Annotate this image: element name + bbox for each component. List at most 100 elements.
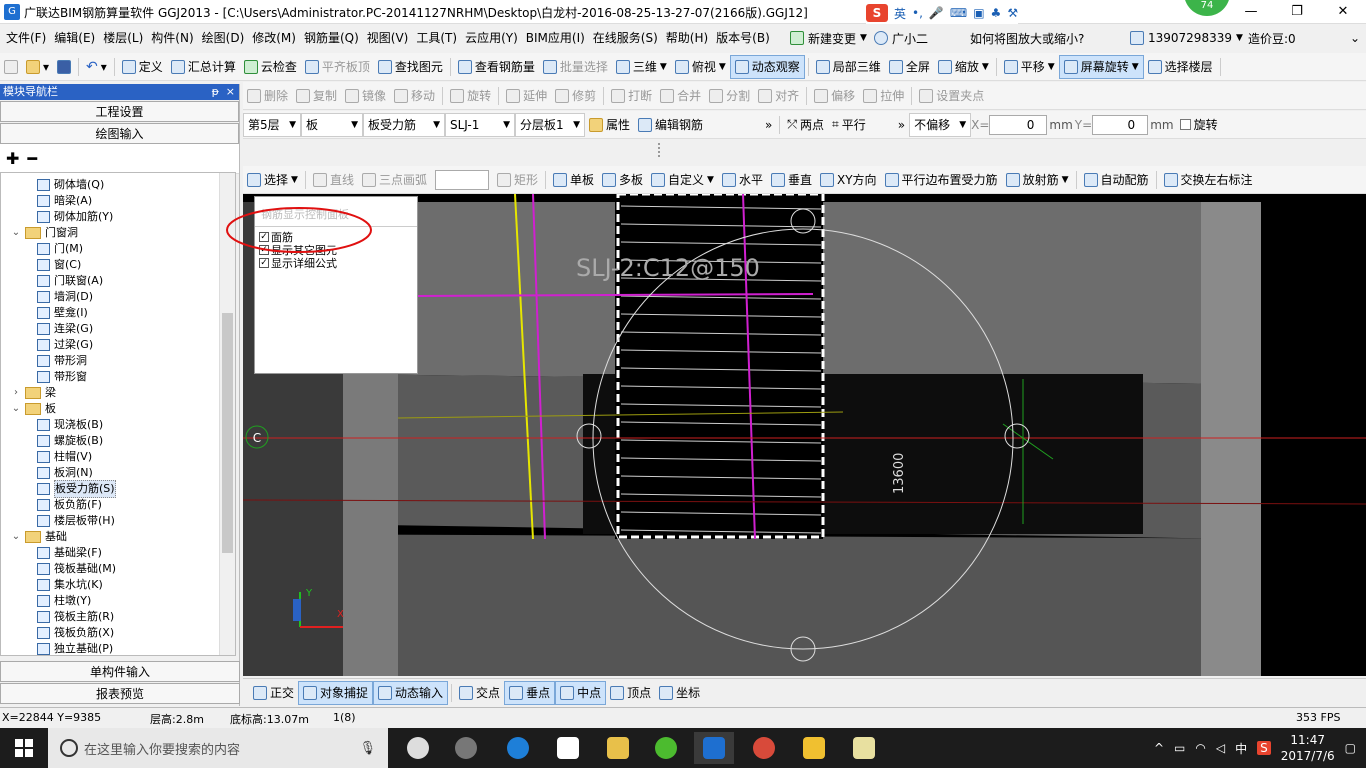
taskbar-app-store[interactable]	[548, 732, 588, 764]
open-file-button[interactable]: ▾	[22, 55, 53, 79]
x-input[interactable]: 0	[989, 114, 1048, 135]
draw-tool-button[interactable]: 选择 ▼	[243, 168, 302, 192]
menu-item[interactable]: 钢筋量(Q)	[300, 25, 363, 51]
toolbar-button[interactable]: 查找图元	[374, 55, 447, 79]
layer-select[interactable]: 分层板1 ▼	[515, 112, 585, 137]
taskbar-app-edge[interactable]	[498, 732, 538, 764]
taskbar-app-pinwheel[interactable]	[398, 732, 438, 764]
grip-handle[interactable]	[658, 143, 660, 157]
menu-item[interactable]: 文件(F)	[2, 25, 50, 51]
menu-item[interactable]: 绘图(D)	[198, 25, 249, 51]
edit-tool-button[interactable]: 旋转	[446, 84, 495, 108]
tree-item[interactable]: 楼层板带(H)	[1, 513, 235, 529]
taskbar-app-explorer[interactable]	[598, 732, 638, 764]
draw-input-button[interactable]: 绘图输入	[0, 123, 239, 144]
menu-item[interactable]: BIM应用(I)	[522, 25, 589, 51]
draw-tool-button[interactable]: 垂直	[767, 168, 816, 192]
more-tools-icon[interactable]: »	[761, 113, 776, 137]
skin-icon[interactable]: ▣	[973, 6, 984, 20]
toolbar-button[interactable]: 动态观察	[729, 54, 805, 79]
chevron-up-icon[interactable]: ^	[1154, 741, 1164, 755]
toolbar-button[interactable]: 三维 ▼	[612, 55, 671, 79]
snap-toggle[interactable]: 对象捕捉	[298, 680, 374, 705]
toolbar-button[interactable]: 局部三维	[812, 55, 885, 79]
toolbar-button[interactable]: 平齐板顶	[301, 55, 374, 79]
snap-toggle[interactable]: 交点	[455, 681, 504, 705]
tree-item[interactable]: 窗(C)	[1, 257, 235, 273]
expand-toggle-icon[interactable]: ⌄	[11, 401, 21, 417]
menu-item[interactable]: 修改(M)	[248, 25, 300, 51]
name-select[interactable]: SLJ-1 ▼	[445, 112, 515, 137]
tree-folder[interactable]: ⌄ 门窗洞	[1, 225, 235, 241]
expand-all-icon[interactable]: ✚	[6, 149, 19, 168]
menu-item[interactable]: 帮助(H)	[662, 25, 712, 51]
y-input[interactable]: 0	[1092, 114, 1149, 135]
display-option-checkbox[interactable]: ✓ 显示详细公式	[255, 256, 417, 270]
new-file-button[interactable]	[0, 55, 22, 79]
clock[interactable]: 11:47 2017/7/6	[1281, 732, 1335, 764]
tree-item[interactable]: 砌体墙(Q)	[1, 177, 235, 193]
tree-item[interactable]: 筏板负筋(X)	[1, 625, 235, 641]
menu-item[interactable]: 工具(T)	[412, 25, 461, 51]
collapse-all-icon[interactable]: ━	[27, 149, 37, 168]
draw-tool-button[interactable]: 平行边布置受力筋	[881, 168, 1002, 192]
project-settings-button[interactable]: 工程设置	[0, 101, 239, 122]
draw-tool-button[interactable]: 多板	[598, 168, 647, 192]
help-question-link[interactable]: 如何将图放大或缩小?	[970, 25, 1084, 51]
tree-item[interactable]: 柱墩(Y)	[1, 593, 235, 609]
menu-item[interactable]: 编辑(E)	[50, 25, 99, 51]
draw-tool-button[interactable]: 直线	[309, 168, 358, 192]
taskbar-search[interactable]: 在这里输入你要搜索的内容 🎙	[48, 728, 388, 768]
snap-toggle[interactable]: 顶点	[606, 681, 655, 705]
tree-item[interactable]: 筏板主筋(R)	[1, 609, 235, 625]
draw-tool-button[interactable]: 三点画弧	[358, 168, 431, 192]
snap-toggle[interactable]: 中点	[555, 680, 607, 705]
menu-item[interactable]: 在线服务(S)	[589, 25, 662, 51]
taskbar-app-glodon[interactable]	[744, 732, 784, 764]
draw-tool-button[interactable]: 放射筋 ▼	[1002, 168, 1073, 192]
price-beans[interactable]: 造价豆:0	[1248, 25, 1296, 51]
snap-toggle[interactable]: 垂点	[504, 680, 556, 705]
edit-tool-button[interactable]: 偏移	[810, 84, 859, 108]
rotate-checkbox[interactable]: 旋转	[1176, 113, 1222, 137]
edit-tool-button[interactable]: 对齐	[754, 84, 803, 108]
ime-toolbar[interactable]: S 英 •, 🎤 ⌨ ▣ ♣ ⚒	[866, 2, 1019, 24]
notification-icon[interactable]: ▢	[1345, 741, 1356, 755]
taskbar-app-browser[interactable]	[446, 732, 486, 764]
tree-item[interactable]: 墙洞(D)	[1, 289, 235, 305]
single-component-button[interactable]: 单构件输入	[0, 661, 240, 682]
edit-tool-button[interactable]: 打断	[607, 84, 656, 108]
start-button[interactable]	[0, 728, 48, 768]
battery-icon[interactable]: ▭	[1174, 741, 1185, 755]
tree-item[interactable]: 板受力筋(S)	[1, 480, 235, 498]
floor-select[interactable]: 第5层 ▼	[243, 112, 301, 137]
ime-mode-label[interactable]: 英	[894, 5, 906, 22]
category-select[interactable]: 板 ▼	[301, 112, 363, 137]
minimize-button[interactable]: —	[1228, 0, 1274, 24]
expand-toggle-icon[interactable]: ⌄	[11, 225, 21, 241]
tree-item[interactable]: 暗梁(A)	[1, 193, 235, 209]
tree-item[interactable]: 砌体加筋(Y)	[1, 209, 235, 225]
menu-item[interactable]: 云应用(Y)	[461, 25, 522, 51]
new-change-button[interactable]: 新建变更 ▼	[790, 25, 867, 51]
tree-folder[interactable]: › 梁	[1, 385, 235, 401]
tree-item[interactable]: 基础梁(F)	[1, 545, 235, 561]
expand-toggle-icon[interactable]: ›	[11, 385, 21, 401]
draw-tool-button[interactable]: XY方向	[816, 168, 881, 192]
toolbar-button[interactable]: 俯视 ▼	[671, 55, 730, 79]
pin-icon[interactable]: ᵽ	[212, 84, 219, 100]
toolbar-button[interactable]: 选择楼层	[1144, 55, 1217, 79]
snap-toggle[interactable]: 动态输入	[373, 680, 449, 705]
taskbar-app-ggj[interactable]	[694, 732, 734, 764]
tree-item[interactable]: 板负筋(F)	[1, 497, 235, 513]
wrench-icon[interactable]: ⚒	[1007, 6, 1018, 20]
tree-item[interactable]: 过梁(G)	[1, 337, 235, 353]
keyboard-icon[interactable]: ⌨	[950, 6, 967, 20]
edit-tool-button[interactable]: 分割	[705, 84, 754, 108]
save-button[interactable]	[53, 55, 75, 79]
two-point-button[interactable]: ⤱ 两点	[783, 113, 828, 137]
more-tools-icon[interactable]: »	[894, 113, 909, 137]
toolbar-button[interactable]: 查看钢筋量	[454, 55, 539, 79]
menu-item[interactable]: 楼层(L)	[99, 25, 147, 51]
edit-tool-button[interactable]: 镜像	[341, 84, 390, 108]
